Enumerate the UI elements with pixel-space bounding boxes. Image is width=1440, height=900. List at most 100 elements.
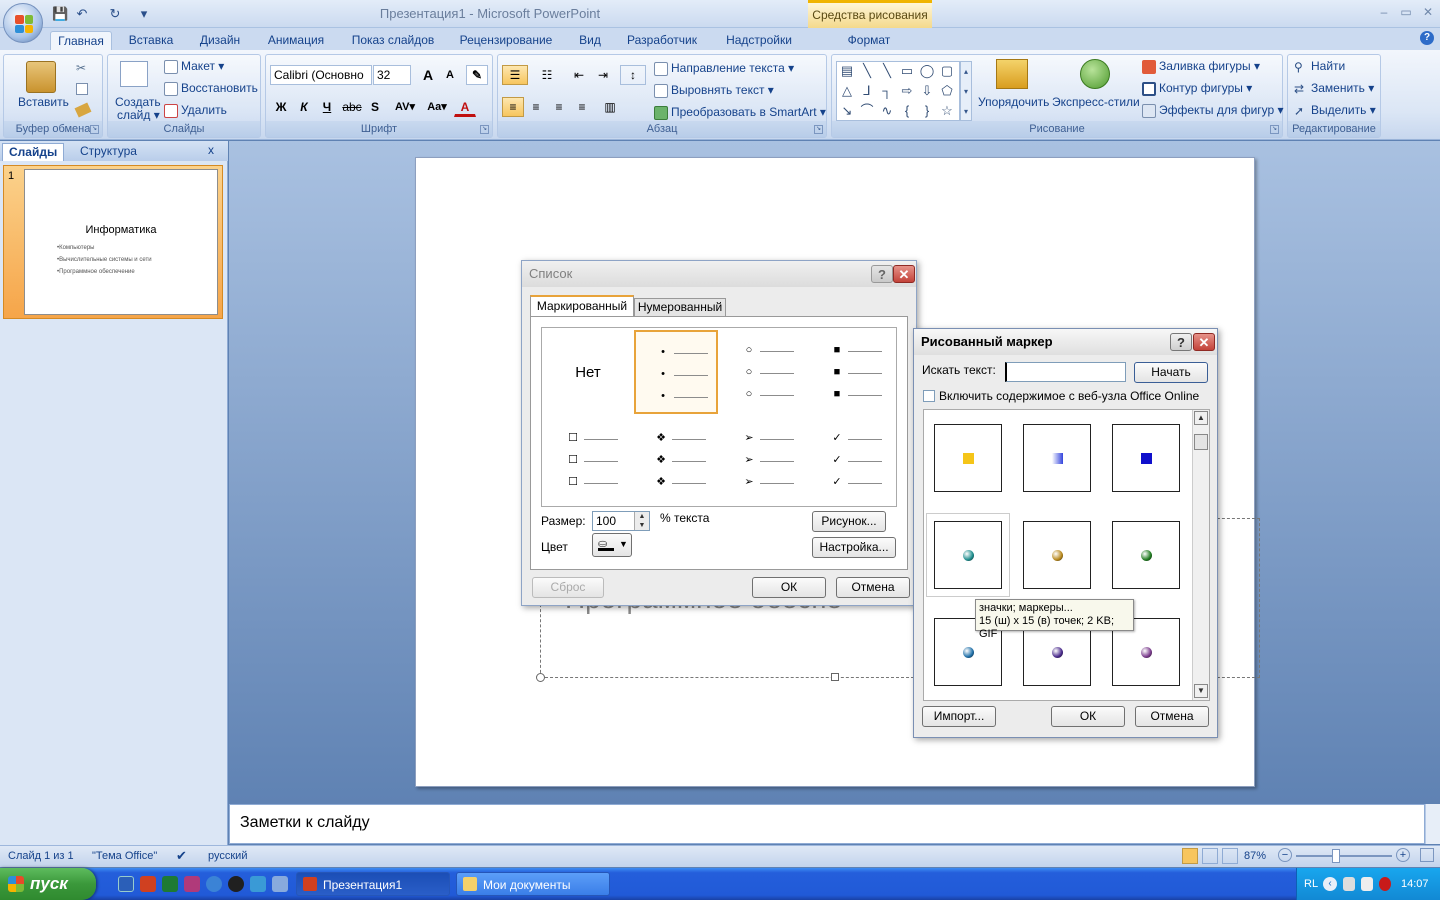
bullet-option[interactable]: ❖ ❖ ❖ xyxy=(634,418,718,502)
usb-tray-icon[interactable] xyxy=(1343,877,1355,891)
close-button[interactable]: ✕ xyxy=(1418,5,1438,21)
powerpoint-quicklaunch-icon[interactable] xyxy=(140,876,156,892)
zoom-slider[interactable] xyxy=(1296,855,1392,857)
copy-icon[interactable] xyxy=(76,83,88,95)
rounded-rect-shape-icon[interactable]: ▢ xyxy=(939,64,955,78)
paste-button[interactable]: Вставить xyxy=(18,95,69,109)
notes-scrollbar[interactable] xyxy=(1425,804,1440,844)
save-icon[interactable]: 💾 xyxy=(52,6,68,22)
dialog-launcher-icon[interactable]: ↘ xyxy=(1270,125,1279,134)
redo-icon[interactable]: ↻ xyxy=(107,6,123,22)
slide-thumbnail[interactable]: Информатика •Компьютеры •Вычислительные … xyxy=(24,169,218,315)
curve-shape-icon[interactable]: ↘ xyxy=(839,104,855,118)
smartart-button[interactable]: Преобразовать в SmartArt ▾ xyxy=(654,105,826,120)
notes-pane[interactable]: Заметки к слайду xyxy=(229,804,1425,844)
grow-font-button[interactable]: A xyxy=(417,65,439,85)
cancel-button[interactable]: Отмена xyxy=(836,577,910,598)
search-input[interactable] xyxy=(1005,362,1126,382)
triangle-shape-icon[interactable]: △ xyxy=(839,84,855,98)
customize-qat-icon[interactable]: ▾ xyxy=(136,6,152,22)
arc-shape-icon[interactable]: ⌒ xyxy=(859,104,875,118)
help-icon[interactable]: ? xyxy=(1420,31,1434,45)
zoom-level[interactable]: 87% xyxy=(1244,850,1266,862)
chevron-left-icon[interactable]: ‹ xyxy=(1323,877,1337,891)
font-name-combo[interactable]: Calibri (Основно xyxy=(270,65,372,85)
tab-bulleted[interactable]: Маркированный xyxy=(530,295,634,317)
scroll-thumb[interactable] xyxy=(1194,434,1208,450)
network-tray-icon[interactable] xyxy=(1361,877,1373,891)
language-indicator[interactable]: русский xyxy=(208,850,247,862)
dialog-launcher-icon[interactable]: ↘ xyxy=(480,125,489,134)
color-picker-button[interactable]: ⛀ ▼ xyxy=(592,533,632,557)
layout-button[interactable]: Макет ▾ xyxy=(164,59,224,74)
close-icon[interactable]: ✕ xyxy=(893,265,915,283)
bullet-option[interactable]: ☐ ☐ ☐ xyxy=(546,418,630,502)
sorter-view-icon[interactable] xyxy=(1202,848,1218,864)
scroll-down-icon[interactable]: ▼ xyxy=(1194,684,1208,698)
format-painter-icon[interactable] xyxy=(74,102,92,118)
underline-button[interactable]: Ч xyxy=(316,97,338,117)
find-button[interactable]: ⚲ Найти xyxy=(1294,59,1345,74)
oval-shape-icon[interactable]: ◯ xyxy=(919,64,935,78)
line-shape-icon[interactable]: ╲ xyxy=(859,64,875,78)
taskbar-window-presentation[interactable]: Презентация1 xyxy=(296,872,450,896)
resize-handle[interactable] xyxy=(536,673,545,682)
bullets-button[interactable]: ☰ xyxy=(502,65,528,85)
customize-button[interactable]: Настройка... xyxy=(812,537,896,558)
tab-addins[interactable]: Надстройки xyxy=(718,31,800,51)
tab-outline-panel[interactable]: Структура xyxy=(74,143,143,161)
spellcheck-icon[interactable]: ✔ xyxy=(176,848,187,864)
new-slide-button-2[interactable]: слайд ▾ xyxy=(117,108,160,122)
online-checkbox[interactable] xyxy=(923,390,935,402)
ok-button[interactable]: ОК xyxy=(752,577,826,598)
tab-design[interactable]: Дизайн xyxy=(192,31,248,51)
size-spinner[interactable]: ▲ ▼ xyxy=(634,512,649,530)
align-text-button[interactable]: Выровнять текст ▾ xyxy=(654,83,774,98)
scroll-up-icon[interactable]: ▲ xyxy=(1194,411,1208,425)
tab-insert[interactable]: Вставка xyxy=(122,31,180,51)
increase-indent-button[interactable]: ⇥ xyxy=(592,65,614,85)
brace-right-shape-icon[interactable]: } xyxy=(919,104,935,118)
tab-numbered[interactable]: Нумерованный xyxy=(634,298,726,317)
excel-quicklaunch-icon[interactable] xyxy=(162,876,178,892)
slideshow-view-icon[interactable] xyxy=(1222,848,1238,864)
zoom-out-button[interactable]: − xyxy=(1278,848,1292,862)
explorer-quicklaunch-icon[interactable] xyxy=(250,876,266,892)
bullet-option[interactable]: ➢ ➢ ➢ xyxy=(722,418,806,502)
brace-left-shape-icon[interactable]: { xyxy=(899,104,915,118)
columns-button[interactable]: ▥ xyxy=(596,97,624,117)
tab-format[interactable]: Формат xyxy=(836,31,902,51)
text-direction-button[interactable]: Направление текста ▾ xyxy=(654,61,794,76)
gallery-scrollbar[interactable]: ▲ ▼ xyxy=(1192,410,1209,700)
office-button[interactable] xyxy=(3,3,43,43)
import-button[interactable]: Импорт... xyxy=(922,706,996,727)
bold-button[interactable]: Ж xyxy=(270,97,292,117)
normal-view-icon[interactable] xyxy=(1182,848,1198,864)
bullet-option[interactable]: ■ ■ ■ xyxy=(810,330,894,414)
tab-animation[interactable]: Анимация xyxy=(262,31,330,51)
bullet-option[interactable]: ✓ ✓ ✓ xyxy=(810,418,894,502)
numbering-button[interactable]: ☷ xyxy=(534,65,560,85)
elbow2-shape-icon[interactable]: ┐ xyxy=(879,84,895,98)
tab-slides-panel[interactable]: Слайды xyxy=(2,143,65,161)
picture-bullet-item[interactable] xyxy=(1112,424,1180,492)
justify-button[interactable]: ≡ xyxy=(571,97,593,117)
word-quicklaunch-icon[interactable] xyxy=(118,876,134,892)
ok-button[interactable]: ОК xyxy=(1051,706,1125,727)
picture-button[interactable]: Рисунок... xyxy=(812,511,886,532)
freeform-shape-icon[interactable]: ∿ xyxy=(879,104,895,118)
picture-bullet-item[interactable] xyxy=(934,424,1002,492)
dialog-launcher-icon[interactable]: ↘ xyxy=(814,125,823,134)
bullet-option-none[interactable]: Нет xyxy=(546,330,630,414)
shapes-gallery[interactable]: ▤ ╲ ╲ ▭ ◯ ▢ △ ⅃ ┐ ⇨ ⇩ ⬠ ↘ ⌒ ∿ { } ☆ xyxy=(836,61,960,121)
security-tray-icon[interactable] xyxy=(1379,877,1391,891)
right-arrow-shape-icon[interactable]: ⇨ xyxy=(899,84,915,98)
shrink-font-button[interactable]: A xyxy=(439,65,461,85)
line2-shape-icon[interactable]: ╲ xyxy=(879,64,895,78)
cancel-button[interactable]: Отмена xyxy=(1135,706,1209,727)
minimize-button[interactable]: – xyxy=(1374,5,1394,21)
more-quicklaunch-icon[interactable] xyxy=(272,876,288,892)
reset-button[interactable]: Сброс xyxy=(532,577,604,598)
undo-icon[interactable]: ↶ xyxy=(74,6,90,22)
dialog-launcher-icon[interactable]: ↘ xyxy=(90,125,99,134)
